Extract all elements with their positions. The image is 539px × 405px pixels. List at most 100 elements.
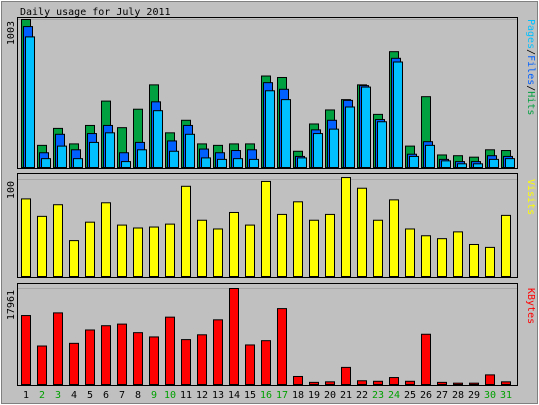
- bar-visits-day-1: [21, 198, 31, 277]
- usage-chart: Daily usage for July 2011 1003 Pages/Fil…: [0, 0, 539, 405]
- bar-pages-day-3: [57, 145, 67, 168]
- bar-pages-day-31: [505, 158, 515, 168]
- x-tick-label-day-18: 18: [292, 390, 304, 401]
- bar-pages-day-13: [217, 158, 227, 169]
- bar-kbytes-day-10: [165, 316, 175, 385]
- bar-kbytes-day-12: [197, 334, 207, 385]
- bar-kbytes-day-27: [437, 381, 447, 385]
- bar-pages-day-4: [73, 158, 83, 168]
- bar-kbytes-day-3: [53, 312, 63, 385]
- x-tick-label-day-8: 8: [135, 390, 141, 401]
- bar-pages-day-16: [265, 90, 275, 168]
- bar-visits-day-16: [261, 180, 271, 277]
- bar-visits-day-11: [181, 185, 191, 277]
- bar-pages-day-1: [25, 36, 35, 169]
- bar-pages-day-6: [105, 132, 115, 168]
- panel-bottom-bars: [21, 288, 511, 386]
- x-tick-label-day-12: 12: [196, 390, 208, 401]
- bar-kbytes-day-21: [341, 366, 351, 385]
- x-tick-label-day-1: 1: [23, 390, 29, 401]
- bar-visits-day-12: [197, 219, 207, 278]
- bar-visits-day-13: [213, 228, 223, 277]
- bar-visits-day-9: [149, 226, 159, 277]
- chart-title: Daily usage for July 2011: [20, 7, 171, 18]
- bar-kbytes-day-23: [373, 380, 383, 386]
- chart-canvas: Daily usage for July 2011 1003 Pages/Fil…: [0, 0, 539, 405]
- bar-visits-day-17: [277, 213, 287, 277]
- bar-visits-day-25: [405, 228, 415, 277]
- bar-pages-day-2: [41, 158, 51, 168]
- ylabel-part: Pages: [525, 19, 536, 49]
- bar-pages-day-29: [473, 163, 483, 168]
- ylabel-part: Visits: [525, 179, 536, 215]
- bottom-ylabel: KBytes: [525, 288, 536, 324]
- bar-kbytes-day-16: [261, 340, 271, 385]
- x-tick-label-day-3: 3: [55, 390, 61, 401]
- bar-pages-day-24: [393, 61, 403, 168]
- x-tick-label-day-23: 23: [372, 390, 384, 401]
- x-tick-label-day-13: 13: [212, 390, 224, 401]
- bar-kbytes-day-25: [405, 380, 415, 386]
- bar-kbytes-day-7: [117, 323, 127, 386]
- x-tick-label-day-2: 2: [39, 390, 45, 401]
- bar-pages-day-19: [313, 133, 323, 168]
- bar-kbytes-day-8: [133, 332, 143, 385]
- bar-visits-day-15: [245, 224, 255, 277]
- bar-kbytes-day-18: [293, 375, 303, 386]
- x-tick-label-day-16: 16: [260, 390, 272, 401]
- bar-pages-day-28: [457, 163, 467, 168]
- bar-pages-day-23: [377, 121, 387, 168]
- bar-visits-day-6: [101, 202, 111, 277]
- bar-kbytes-day-15: [245, 344, 255, 385]
- ylabel-part: Hits: [525, 91, 536, 115]
- bar-visits-day-4: [69, 240, 79, 277]
- bar-pages-day-9: [153, 110, 163, 168]
- bar-pages-day-7: [121, 161, 131, 168]
- bar-kbytes-day-9: [149, 336, 159, 385]
- x-tick-label-day-28: 28: [452, 390, 464, 401]
- panel-top-bars: [21, 19, 515, 169]
- bar-kbytes-day-19: [309, 381, 319, 385]
- x-axis-labels: 1 2 3 4 5 6 7 8 9 10 11 12 13 14 15 16 17 18 19 20 21 22 23 24 2…: [23, 390, 512, 401]
- bar-pages-day-20: [329, 128, 339, 169]
- bar-visits-day-31: [501, 214, 511, 277]
- bar-kbytes-day-11: [181, 339, 191, 385]
- bar-visits-day-10: [165, 223, 175, 277]
- bar-visits-day-7: [117, 224, 127, 277]
- x-tick-label-day-19: 19: [308, 390, 320, 401]
- middle-ymax-label: 100: [6, 181, 17, 199]
- panel-middle: 100 Visits: [6, 173, 536, 278]
- bar-kbytes-day-29: [469, 382, 479, 385]
- panel-top: 1003 Pages/Files/Hits: [6, 17, 536, 169]
- bar-pages-day-17: [281, 99, 291, 168]
- bar-visits-day-8: [133, 227, 143, 277]
- x-tick-label-day-24: 24: [388, 390, 400, 401]
- x-tick-label-day-31: 31: [500, 390, 512, 401]
- bar-kbytes-day-26: [421, 333, 431, 386]
- bar-visits-day-3: [53, 204, 63, 277]
- bar-kbytes-day-13: [213, 319, 223, 385]
- x-tick-label-day-7: 7: [119, 390, 125, 401]
- bar-kbytes-day-6: [101, 325, 111, 385]
- bar-visits-day-19: [309, 219, 319, 278]
- x-tick-label-day-11: 11: [180, 390, 192, 401]
- bar-visits-day-21: [341, 177, 351, 277]
- x-tick-label-day-6: 6: [103, 390, 109, 401]
- top-ylabel: Pages/Files/Hits: [525, 19, 536, 115]
- bar-pages-day-11: [185, 133, 195, 169]
- bar-visits-day-22: [357, 187, 367, 277]
- bar-pages-day-10: [169, 150, 179, 168]
- x-tick-label-day-14: 14: [228, 390, 240, 401]
- x-tick-label-day-5: 5: [87, 390, 93, 401]
- bar-pages-day-27: [441, 160, 451, 169]
- x-tick-label-day-17: 17: [276, 390, 288, 401]
- bar-kbytes-day-2: [37, 345, 47, 386]
- bar-visits-day-30: [485, 246, 495, 277]
- bar-visits-day-23: [373, 219, 383, 278]
- bar-visits-day-24: [389, 199, 399, 277]
- bar-visits-day-26: [421, 235, 431, 277]
- bar-pages-day-21: [345, 106, 355, 168]
- bar-pages-day-30: [489, 158, 499, 169]
- bar-pages-day-25: [409, 155, 419, 168]
- bar-visits-day-28: [453, 231, 463, 278]
